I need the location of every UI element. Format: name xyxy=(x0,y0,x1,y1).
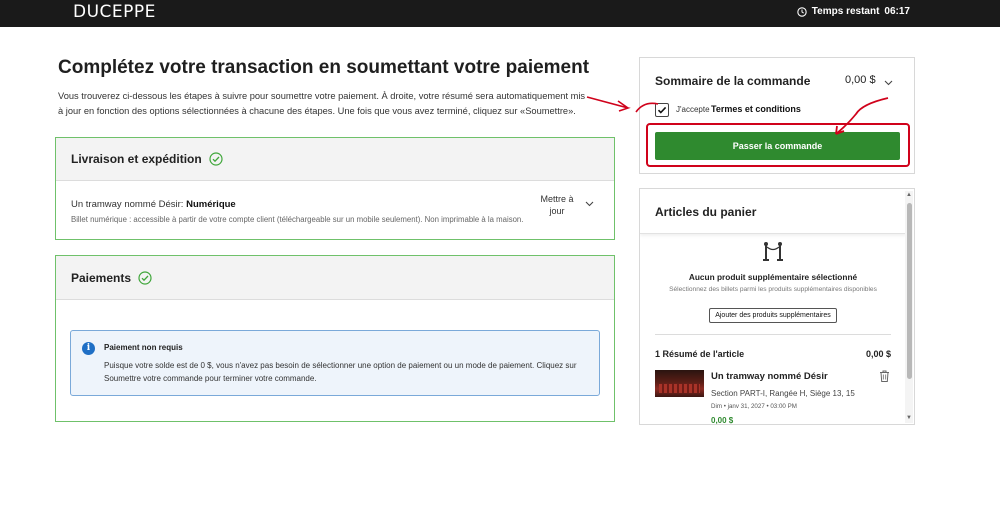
delivery-note: Billet numérique : accessible à partir d… xyxy=(71,215,524,224)
scrollbar-thumb[interactable] xyxy=(907,203,912,379)
page-title: Complétez votre transaction en soumettan… xyxy=(58,57,590,78)
item-summary-title: 1 Résumé de l'article xyxy=(655,349,745,359)
add-products-button[interactable]: Ajouter des produits supplémentaires xyxy=(709,308,837,323)
delivery-item-name: Un tramway nommé Désir: xyxy=(71,199,187,210)
countdown-timer: Temps restant 06:17 xyxy=(797,6,910,17)
summary-amount: 0,00 $ xyxy=(845,74,876,86)
terms-checkbox[interactable] xyxy=(655,103,669,117)
terms-label: J'accepte xyxy=(676,105,710,114)
timer-value: 06:17 xyxy=(884,6,910,17)
order-summary: Sommaire de la commande 0,00 $ J'accepte… xyxy=(639,57,915,174)
chevron-down-icon[interactable] xyxy=(584,198,595,209)
terms-link[interactable]: Termes et conditions xyxy=(711,104,801,114)
payment-info-alert: i Paiement non requis Puisque votre sold… xyxy=(70,330,600,396)
duceppe-logo[interactable]: DUCEPPE xyxy=(73,2,156,22)
info-icon: i xyxy=(82,342,95,355)
item-summary-amount: 0,00 $ xyxy=(866,349,892,359)
cart-header: Articles du panier xyxy=(640,189,906,234)
update-link[interactable]: Mettre à jour xyxy=(536,193,578,217)
item-name: Un tramway nommé Désir xyxy=(711,371,828,382)
cart-title: Articles du panier xyxy=(655,205,757,219)
info-title: Paiement non requis xyxy=(104,343,183,352)
timer-label: Temps restant xyxy=(811,6,880,17)
item-date: Dim • janv 31, 2027 • 03:00 PM xyxy=(711,403,797,410)
item-price: 0,00 $ xyxy=(711,416,734,425)
arrow-annotation xyxy=(586,96,631,112)
divider xyxy=(655,334,891,335)
payments-card: Paiements i Paiement non requis Puisque … xyxy=(55,255,615,422)
delivery-card: Livraison et expédition Un tramway nommé… xyxy=(55,137,615,240)
summary-title: Sommaire de la commande xyxy=(655,74,811,88)
show-thumbnail xyxy=(655,370,704,397)
delivery-item: Un tramway nommé Désir: Numérique xyxy=(71,199,236,210)
info-text: Puisque votre solde est de 0 $, vous n'a… xyxy=(104,361,577,383)
check-circle-icon xyxy=(138,270,152,285)
trash-icon[interactable] xyxy=(879,370,890,382)
cart-panel: Articles du panier ▲ ▼ Aucun produit sup… xyxy=(639,188,915,425)
clock-icon xyxy=(797,6,807,17)
stanchion-icon xyxy=(763,242,783,261)
empty-addons-title: Aucun produit supplémentaire sélectionné xyxy=(688,272,858,282)
intro-text: Vous trouverez ci-dessous les étapes à s… xyxy=(58,91,586,116)
scroll-up-arrow-icon[interactable]: ▲ xyxy=(906,192,912,198)
payments-title: Paiements xyxy=(71,270,132,285)
delivery-item-type: Numérique xyxy=(186,199,236,210)
item-seat: Section PART-I, Rangée H, Siège 13, 15 xyxy=(711,389,855,398)
checkmark-icon xyxy=(657,106,667,114)
place-order-button[interactable]: Passer la commande xyxy=(655,132,900,160)
empty-addons-subtitle: Sélectionnez des billets parmi les produ… xyxy=(669,286,877,293)
chevron-down-icon[interactable] xyxy=(883,77,894,88)
payments-card-header: Paiements xyxy=(56,256,614,300)
check-circle-icon xyxy=(209,152,223,166)
delivery-card-header: Livraison et expédition xyxy=(56,138,614,181)
scroll-down-arrow-icon[interactable]: ▼ xyxy=(906,415,912,421)
delivery-title: Livraison et expédition xyxy=(71,152,202,166)
top-bar: DUCEPPE Temps restant 06:17 xyxy=(0,0,1000,27)
